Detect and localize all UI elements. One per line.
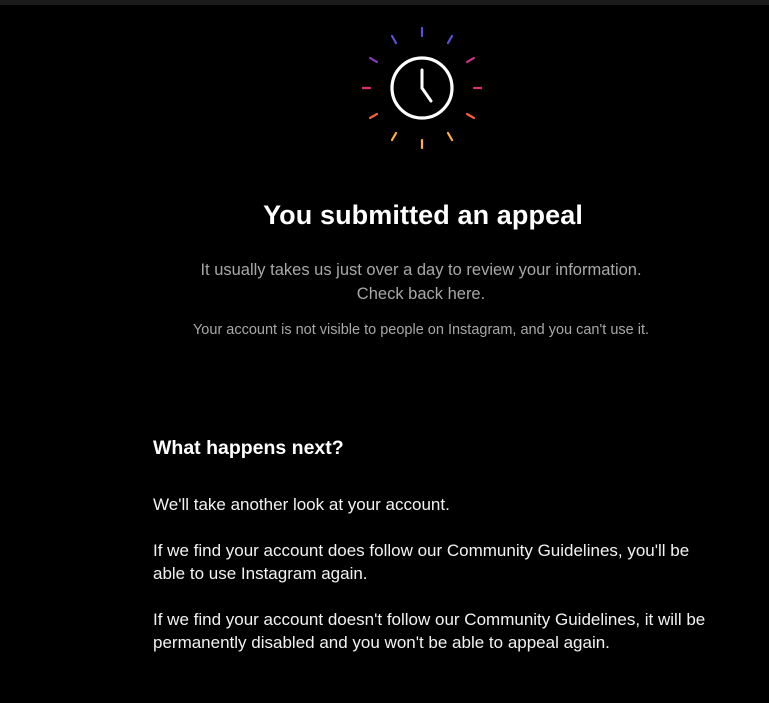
clock-ray [465, 112, 476, 120]
clock-ray [368, 112, 379, 120]
account-visibility-notice: Your account is not visible to people on… [192, 322, 650, 338]
clock-ray [446, 34, 454, 45]
next-step-paragraph: If we find your account does follow our … [153, 541, 690, 583]
what-happens-next-heading: What happens next? [153, 437, 344, 459]
page-title: You submitted an appeal [263, 200, 583, 230]
appeal-status-illustration [362, 25, 482, 155]
next-step-paragraph: If we find your account doesn't follow o… [153, 610, 706, 652]
review-time-message: It usually takes us just over a day to r… [200, 261, 642, 303]
top-edge-bar [0, 0, 769, 5]
clock-ray [390, 131, 398, 142]
next-step-paragraph: We'll take another look at your account. [153, 495, 450, 514]
clock-ray [390, 34, 398, 45]
clock-ray [368, 56, 379, 64]
clock-icon [362, 26, 482, 150]
clock-ray [446, 131, 454, 142]
clock-ray [465, 56, 476, 64]
